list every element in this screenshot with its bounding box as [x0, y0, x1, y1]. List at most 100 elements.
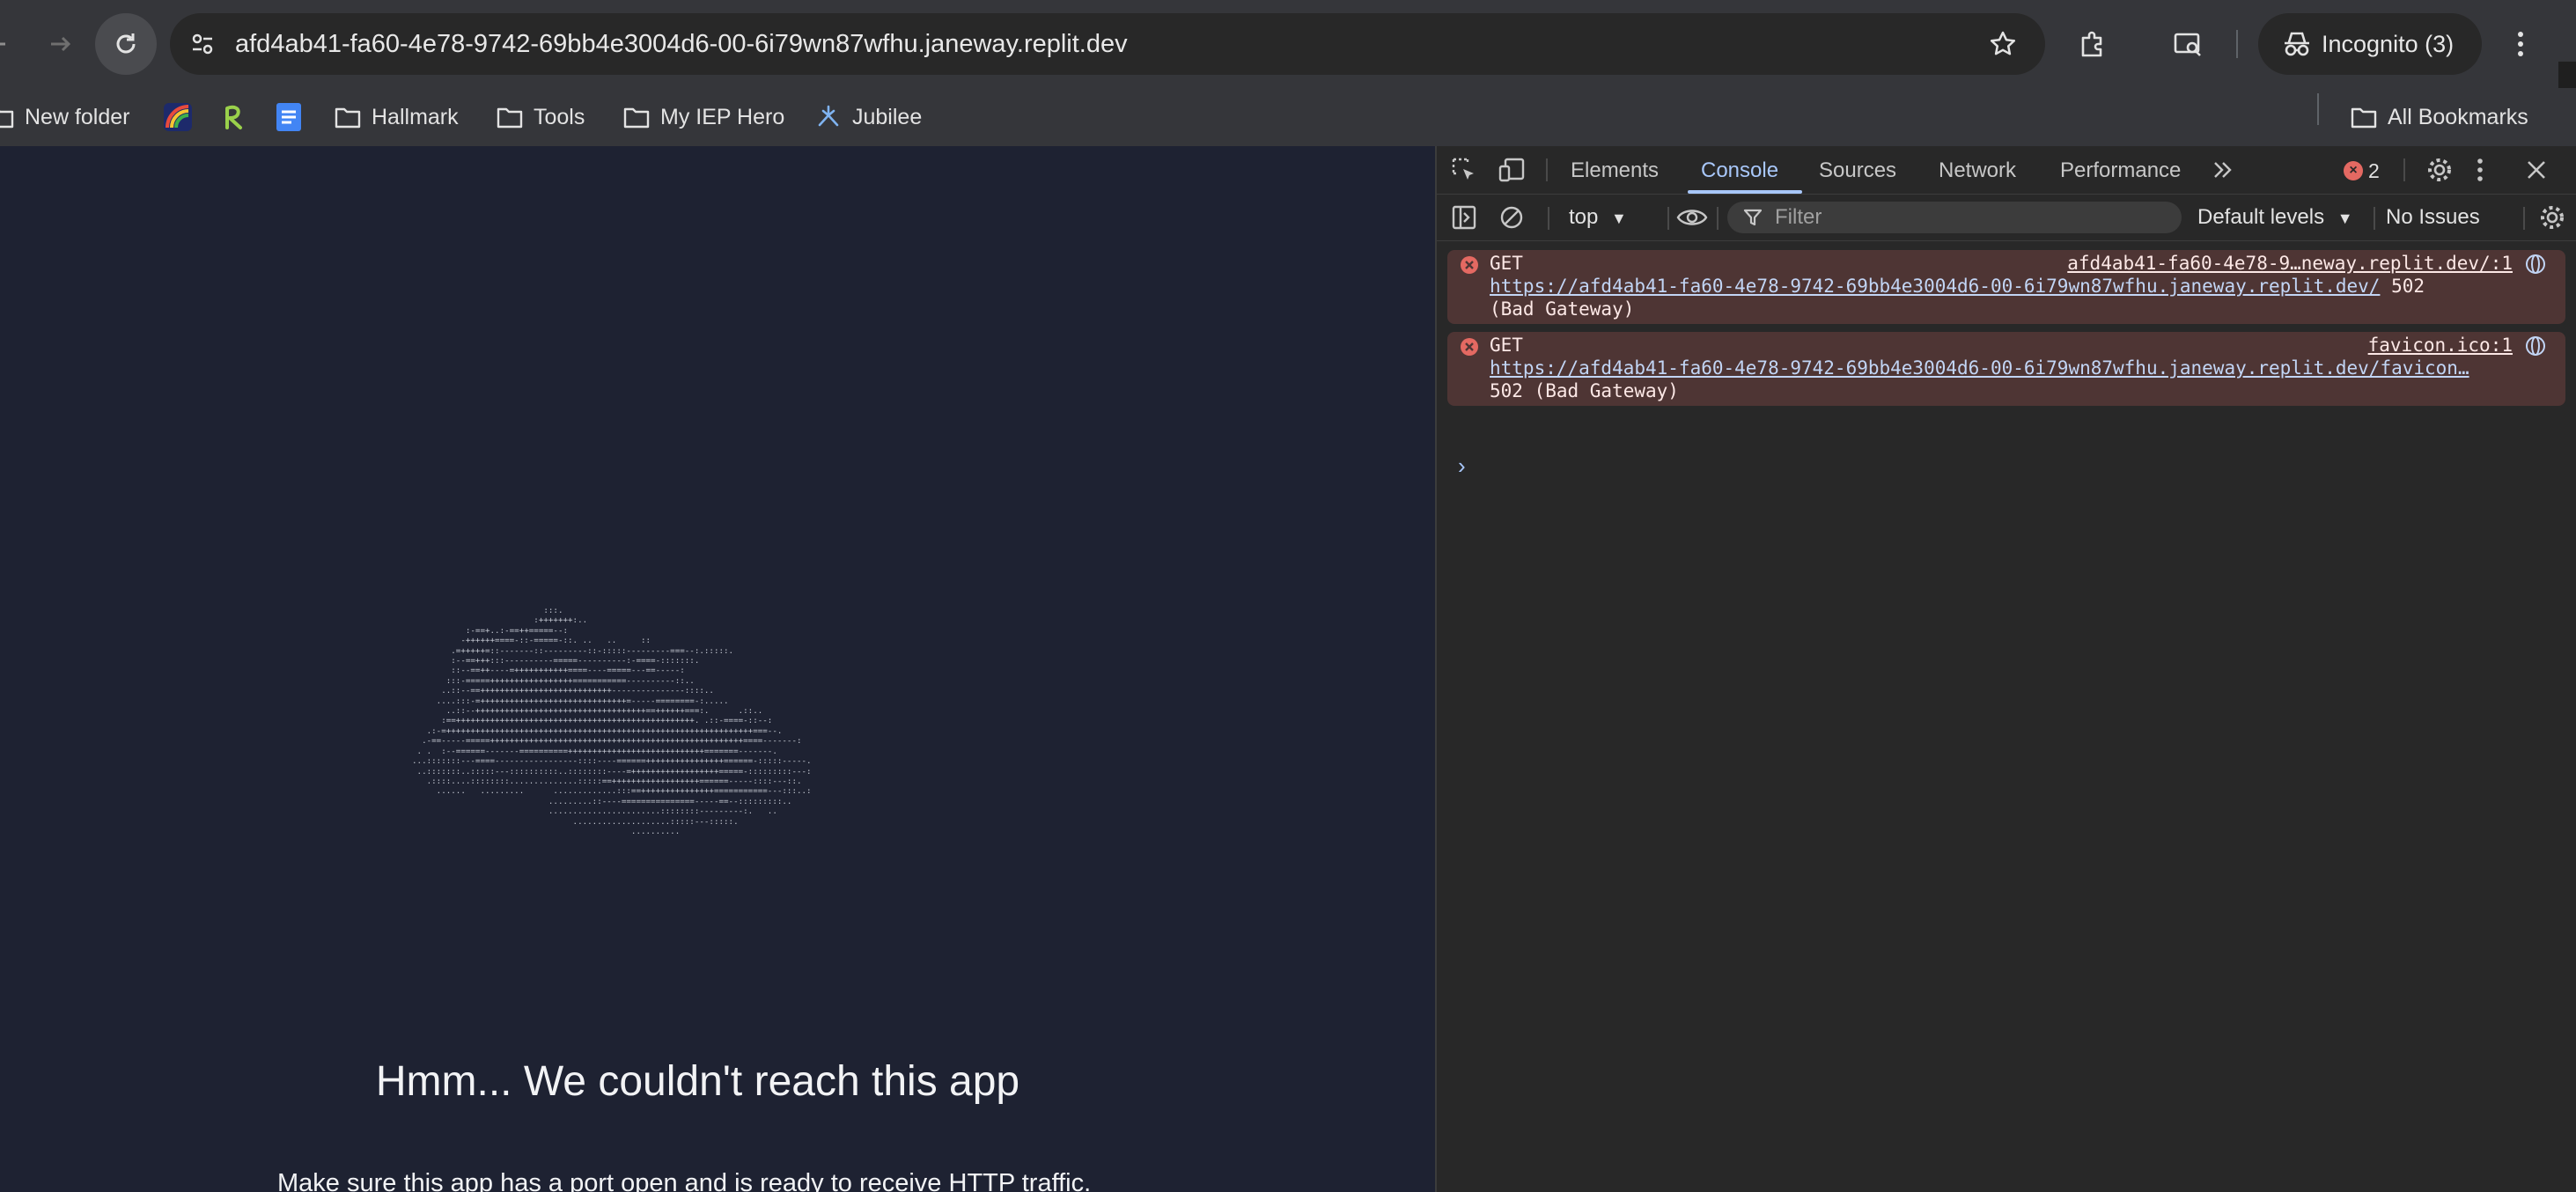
tab-network[interactable]: Network	[1939, 146, 2016, 194]
request-url-link[interactable]: https://afd4ab41-fa60-4e78-9742-69bb4e30…	[1490, 357, 2469, 379]
tab-elements[interactable]: Elements	[1571, 146, 1659, 194]
eye-icon[interactable]	[1676, 205, 1708, 230]
context-label: top	[1569, 205, 1599, 229]
double-chevron-icon[interactable]	[2212, 158, 2234, 181]
console-prompt[interactable]: ›	[1458, 453, 1466, 480]
message-source-link[interactable]: favicon.ico:1	[2368, 334, 2513, 357]
filter-funnel-icon	[1743, 208, 1763, 227]
ascii-art-cloud: :::. :+++++++:.. :-==+..:-==++=====--: -…	[412, 606, 812, 836]
log-levels-dropdown[interactable]: Default levels ▼	[2197, 195, 2353, 241]
close-icon[interactable]	[2525, 158, 2548, 181]
bookmark-label: All Bookmarks	[2388, 104, 2528, 129]
issues-button[interactable]: No Issues	[2386, 195, 2480, 240]
arrow-left-icon	[0, 42, 5, 46]
bookmark-label: My IEP Hero	[660, 104, 785, 129]
devtools-tab-bar: Elements Console Sources Network Perform…	[1437, 146, 2576, 195]
clear-console-icon[interactable]	[1498, 204, 1525, 231]
folder-icon	[497, 106, 523, 129]
folder-icon	[623, 106, 650, 129]
error-description: Make sure this app has a port open and i…	[277, 1169, 1092, 1192]
console-error-message: GET afd4ab41-fa60-4e78-9…neway.replit.de…	[1447, 250, 2565, 324]
error-counter[interactable]: × 2	[2344, 158, 2380, 183]
replit-r-icon	[220, 103, 247, 131]
caret-down-icon: ▼	[2337, 210, 2353, 227]
folder-icon	[335, 106, 361, 129]
bookmark-label: Tools	[534, 104, 585, 129]
status-text: 502 (Bad Gateway)	[1490, 380, 1679, 401]
network-globe-icon[interactable]	[2525, 335, 2546, 357]
bookmark-hallmark[interactable]: Hallmark	[335, 98, 459, 136]
google-docs-icon	[275, 102, 303, 132]
folder-icon	[2351, 106, 2377, 129]
status-code: 502	[2380, 276, 2425, 297]
jubilee-icon	[815, 104, 842, 130]
reload-button[interactable]	[95, 13, 157, 75]
bookmark-replit[interactable]	[220, 98, 257, 136]
rainbow-app-icon	[164, 103, 192, 131]
filter-placeholder: Filter	[1775, 205, 1822, 229]
bookmark-label: Hallmark	[372, 104, 459, 129]
star-icon[interactable]	[1989, 30, 2017, 58]
error-count: 2	[2368, 158, 2380, 182]
bookmark-jubilee[interactable]: Jubilee	[815, 98, 922, 136]
tab-sources[interactable]: Sources	[1819, 146, 1896, 194]
context-selector[interactable]: top ▼	[1569, 195, 1627, 241]
browser-menu-button[interactable]	[2490, 13, 2551, 75]
folder-icon	[0, 106, 14, 129]
toolbar-divider	[2523, 207, 2525, 230]
console-toolbar: top ▼ Filter Default levels ▼ No Issues	[1437, 195, 2576, 241]
levels-label: Default levels	[2197, 205, 2325, 229]
cast-search-button[interactable]	[2157, 13, 2219, 75]
address-bar[interactable]: afd4ab41-fa60-4e78-9742-69bb4e3004d6-00-…	[170, 13, 2045, 75]
bookmarks-bar: New folder Hallmark Tools My IEP Hero Ju…	[0, 88, 2576, 146]
tab-divider	[2403, 158, 2405, 181]
bookmark-new-folder[interactable]: New folder	[0, 98, 130, 136]
devtools-panel: Elements Console Sources Network Perform…	[1435, 146, 2576, 1192]
sidebar-toggle-icon[interactable]	[1451, 204, 1477, 231]
inspect-element-icon[interactable]	[1451, 157, 1477, 183]
network-globe-icon[interactable]	[2525, 254, 2546, 275]
incognito-icon	[2281, 29, 2313, 59]
forward-button[interactable]	[30, 13, 92, 75]
device-toolbar-icon[interactable]	[1498, 157, 1527, 183]
error-icon	[1460, 337, 1479, 357]
kebab-menu-icon	[2518, 32, 2523, 56]
toolbar-divider	[2374, 207, 2375, 230]
tab-divider	[1546, 158, 1548, 181]
incognito-profile-button[interactable]: Incognito (3)	[2258, 13, 2482, 75]
filter-input[interactable]: Filter	[1727, 202, 2182, 233]
bookmark-google-docs[interactable]	[275, 98, 313, 136]
tab-console[interactable]: Console	[1701, 146, 1778, 194]
devtools-menu-icon[interactable]	[2476, 157, 2484, 183]
window-edge	[2558, 62, 2576, 88]
bookmarks-divider	[2317, 93, 2319, 125]
site-settings-icon[interactable]	[189, 31, 216, 57]
puzzle-icon	[2081, 31, 2102, 57]
status-text: (Bad Gateway)	[1490, 298, 1635, 320]
toolbar-divider	[1717, 207, 1719, 230]
url-text[interactable]: afd4ab41-fa60-4e78-9742-69bb4e3004d6-00-…	[235, 13, 1128, 75]
message-source-link[interactable]: afd4ab41-fa60-4e78-9…neway.replit.dev/:1	[2067, 252, 2513, 275]
bookmark-my-iep-hero[interactable]: My IEP Hero	[623, 98, 784, 136]
bookmark-rainbow-app[interactable]	[164, 98, 202, 136]
bookmark-label: New folder	[25, 104, 130, 129]
request-method: GET	[1490, 335, 1523, 356]
console-settings-gear-icon[interactable]	[2539, 204, 2565, 231]
bookmark-all-bookmarks[interactable]: All Bookmarks	[2351, 98, 2528, 136]
incognito-label: Incognito (3)	[2322, 31, 2455, 57]
bookmark-tools[interactable]: Tools	[497, 98, 585, 136]
arrow-right-icon	[51, 36, 71, 52]
tab-performance[interactable]: Performance	[2060, 146, 2181, 194]
page-viewport: :::. :+++++++:.. :-==+..:-==++=====--: -…	[0, 146, 1435, 1192]
request-method: GET	[1490, 253, 1523, 274]
caret-down-icon: ▼	[1611, 210, 1627, 227]
settings-gear-icon[interactable]	[2426, 157, 2453, 183]
request-url-link[interactable]: https://afd4ab41-fa60-4e78-9742-69bb4e30…	[1490, 276, 2380, 297]
media-search-icon	[2174, 33, 2201, 56]
extensions-button[interactable]	[2062, 13, 2123, 75]
back-button[interactable]	[0, 13, 26, 75]
error-icon	[1460, 255, 1479, 275]
toolbar-divider	[1667, 207, 1669, 230]
bookmark-label: Jubilee	[852, 104, 923, 129]
console-error-message: GET favicon.ico:1 https://afd4ab41-fa60-…	[1447, 332, 2565, 406]
